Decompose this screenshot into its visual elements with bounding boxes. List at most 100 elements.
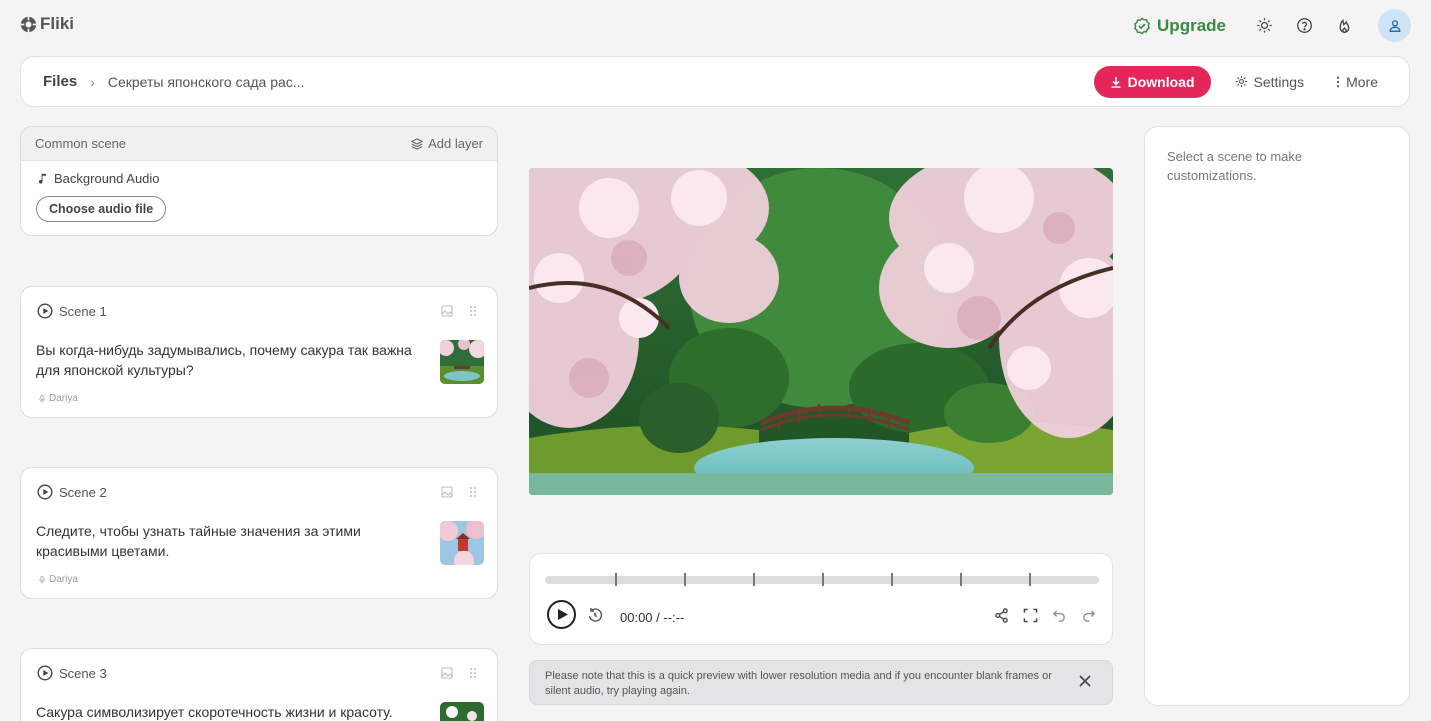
breadcrumb-current-file[interactable]: Секреты японского сада рас... bbox=[108, 74, 305, 90]
file-actions: Download Settings More bbox=[1093, 65, 1387, 98]
cherry-blossom-garden-image bbox=[529, 168, 1113, 495]
badge-check-icon bbox=[1134, 16, 1150, 35]
playback-time: 00:00 / --:-- bbox=[620, 610, 685, 625]
more-vertical-icon bbox=[1336, 76, 1340, 87]
app-name: Fliki bbox=[40, 14, 75, 33]
scene-tools bbox=[441, 667, 479, 679]
breadcrumb-bar: Files › Секреты японского сада рас... Do… bbox=[20, 56, 1410, 107]
app-logo[interactable]: Fliki bbox=[20, 14, 74, 34]
redo-icon bbox=[1082, 609, 1095, 622]
scene-thumbnail[interactable] bbox=[440, 340, 484, 384]
scene-label: Scene 2 bbox=[59, 484, 107, 500]
share-button[interactable] bbox=[993, 607, 1009, 623]
top-right-toolbar: Upgrade bbox=[1133, 9, 1411, 42]
play-icon bbox=[557, 609, 568, 620]
whats-new-button[interactable] bbox=[1333, 15, 1355, 37]
scene-preview-image bbox=[529, 168, 1113, 495]
undo-button[interactable] bbox=[1051, 607, 1067, 623]
customization-panel: Select a scene to make customizations. bbox=[1144, 126, 1410, 706]
upgrade-label: Upgrade bbox=[1157, 15, 1226, 35]
thumbnail-image bbox=[440, 702, 484, 721]
thumbnail-image bbox=[440, 340, 484, 384]
more-label: More bbox=[1346, 73, 1378, 90]
fliki-logo-icon bbox=[20, 16, 37, 32]
scene-marker[interactable] bbox=[891, 573, 893, 586]
scene-card-1[interactable]: Scene 1 Вы когда-нибудь задумывались, по… bbox=[20, 286, 498, 418]
scene-marker[interactable] bbox=[753, 573, 755, 586]
user-avatar-button[interactable] bbox=[1378, 9, 1411, 42]
fullscreen-button[interactable] bbox=[1022, 607, 1038, 623]
scene-card-2[interactable]: Scene 2 Следите, чтобы узнать тайные зна… bbox=[20, 467, 498, 599]
help-circle-icon bbox=[1296, 18, 1312, 33]
preview-quality-notice: Please note that this is a quick preview… bbox=[529, 660, 1113, 705]
undo-icon bbox=[1052, 609, 1065, 622]
settings-label: Settings bbox=[1253, 73, 1305, 90]
scene-header: Scene 2 bbox=[21, 468, 497, 500]
redo-button[interactable] bbox=[1080, 607, 1096, 623]
drag-handle-icon[interactable] bbox=[467, 667, 479, 679]
layers-icon bbox=[411, 137, 424, 150]
fullscreen-icon bbox=[1023, 608, 1037, 622]
upgrade-button[interactable]: Upgrade bbox=[1133, 16, 1226, 36]
choose-audio-file-button[interactable]: Choose audio file bbox=[36, 196, 167, 222]
scene-marker[interactable] bbox=[822, 573, 824, 586]
scene-tools bbox=[441, 305, 479, 317]
preview-player: 00:00 / --:-- bbox=[529, 553, 1113, 645]
player-controls-right bbox=[993, 607, 1096, 623]
microphone-icon bbox=[39, 575, 45, 584]
replay-icon[interactable] bbox=[587, 607, 603, 623]
background-audio-label: Background Audio bbox=[54, 171, 160, 186]
drag-handle-icon[interactable] bbox=[467, 305, 479, 317]
share-icon bbox=[994, 607, 1008, 623]
voice-name: Dariya bbox=[49, 393, 78, 404]
scene-header: Scene 3 bbox=[21, 649, 497, 681]
play-button[interactable] bbox=[547, 600, 576, 629]
image-icon[interactable] bbox=[441, 486, 453, 498]
scene-voice[interactable]: Dariya bbox=[38, 574, 78, 585]
image-icon[interactable] bbox=[441, 667, 453, 679]
customization-hint: Select a scene to make customizations. bbox=[1167, 149, 1303, 183]
scene-thumbnail[interactable] bbox=[440, 702, 484, 721]
scene-card-3[interactable]: Scene 3 Сакура символизирует скоротечнос… bbox=[20, 648, 498, 721]
common-scene-card: Common scene Add layer Background Audio … bbox=[20, 126, 498, 236]
scene-marker[interactable] bbox=[960, 573, 962, 586]
scene-marker[interactable] bbox=[1029, 573, 1031, 586]
play-circle-icon[interactable] bbox=[37, 665, 53, 681]
scene-label: Scene 1 bbox=[59, 303, 107, 319]
notice-text: Please note that this is a quick preview… bbox=[545, 670, 1052, 697]
breadcrumb-separator: › bbox=[90, 73, 95, 90]
music-note-icon bbox=[38, 173, 47, 184]
common-scene-header: Common scene Add layer bbox=[21, 127, 497, 161]
download-label: Download bbox=[1127, 73, 1195, 90]
scene-tools bbox=[441, 486, 479, 498]
scene-text[interactable]: Сакура символизирует скоротечность жизни… bbox=[36, 702, 426, 721]
scene-voice[interactable]: Dariya bbox=[38, 393, 78, 404]
scene-marker[interactable] bbox=[684, 573, 686, 586]
scene-text[interactable]: Следите, чтобы узнать тайные значения за… bbox=[36, 521, 426, 561]
add-layer-button[interactable]: Add layer bbox=[411, 136, 483, 151]
close-icon[interactable] bbox=[1078, 674, 1092, 688]
play-circle-icon[interactable] bbox=[37, 484, 53, 500]
scene-text[interactable]: Вы когда-нибудь задумывались, почему сак… bbox=[36, 340, 426, 380]
sun-icon bbox=[1256, 18, 1272, 33]
theme-toggle-button[interactable] bbox=[1253, 15, 1275, 37]
more-button[interactable]: More bbox=[1336, 74, 1378, 90]
flame-icon bbox=[1339, 18, 1349, 33]
scene-header: Scene 1 bbox=[21, 287, 497, 319]
image-icon[interactable] bbox=[441, 305, 453, 317]
add-layer-label: Add layer bbox=[428, 136, 483, 151]
download-icon bbox=[1111, 76, 1121, 88]
help-button[interactable] bbox=[1293, 15, 1315, 37]
scene-marker[interactable] bbox=[615, 573, 617, 586]
settings-button[interactable]: Settings bbox=[1235, 73, 1305, 90]
scene-label: Scene 3 bbox=[59, 665, 107, 681]
scene-thumbnail[interactable] bbox=[440, 521, 484, 565]
scene-timeline[interactable] bbox=[545, 573, 1099, 586]
background-audio-row: Background Audio bbox=[37, 171, 497, 186]
voice-name: Dariya bbox=[49, 574, 78, 585]
download-button[interactable]: Download bbox=[1093, 65, 1211, 98]
breadcrumb-files-link[interactable]: Files bbox=[43, 73, 77, 90]
play-circle-icon[interactable] bbox=[37, 303, 53, 319]
gear-icon bbox=[1235, 75, 1247, 88]
drag-handle-icon[interactable] bbox=[467, 486, 479, 498]
